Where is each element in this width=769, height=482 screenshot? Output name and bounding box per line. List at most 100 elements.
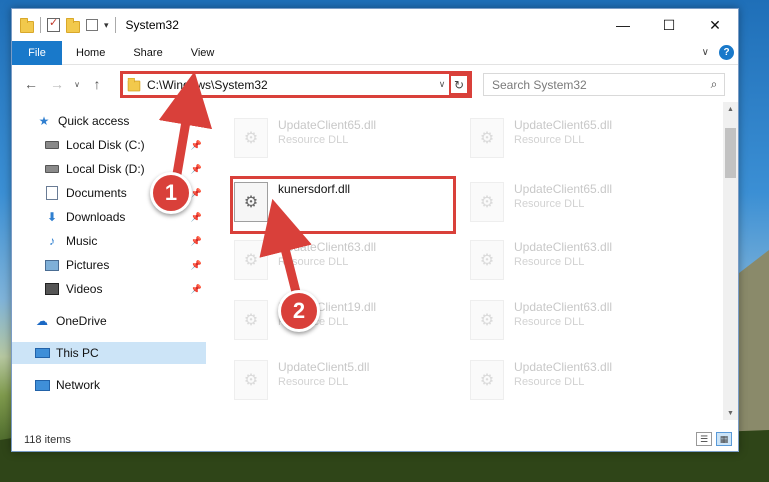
sidebar-item-label: Pictures [66, 258, 110, 272]
gear-icon: ⚙ [479, 312, 495, 329]
sidebar-item-quick-access[interactable]: ★ Quick access [12, 110, 206, 132]
pin-icon[interactable]: 📌 [191, 164, 202, 175]
sidebar-item-label: Downloads [66, 210, 126, 224]
file-item[interactable]: ⚙ UpdateClient63.dll Resource DLL [470, 296, 700, 352]
sidebar-item-music[interactable]: ♪ Music 📌 [12, 230, 206, 252]
navigation-pane: ★ Quick access Local Disk (C:) 📌 Local D… [12, 102, 208, 420]
gear-icon: ⚙ [479, 130, 495, 147]
dll-file-icon: ⚙ [470, 300, 504, 340]
dll-file-icon: ⚙ [234, 240, 268, 280]
sidebar-item-pictures[interactable]: Pictures 📌 [12, 254, 206, 276]
sidebar-item-label: This PC [56, 346, 99, 360]
file-name: UpdateClient63.dll [514, 360, 613, 374]
drive-icon [44, 138, 60, 152]
file-item[interactable]: ⚙ UpdateClient65.dll Resource DLL [470, 178, 700, 234]
close-button[interactable]: ✕ [692, 9, 738, 41]
address-bar[interactable]: C:\Windows\System32 ∨ ↻ [120, 71, 472, 98]
chevron-down-icon[interactable]: ∨ [435, 79, 449, 90]
gear-icon: ⚙ [479, 372, 495, 389]
chevron-down-icon[interactable]: ▾ [104, 20, 109, 31]
sidebar-item-label: Local Disk (D:) [66, 162, 145, 176]
step-1-badge: 1 [150, 172, 192, 214]
pin-icon[interactable]: 📌 [191, 284, 202, 295]
divider [114, 17, 116, 33]
file-type: Resource DLL [278, 256, 349, 268]
minimize-button[interactable]: — [600, 9, 646, 41]
back-button[interactable]: ← [18, 71, 44, 97]
tab-home[interactable]: Home [62, 41, 119, 65]
file-list: ⚙ UpdateClient65.dll Resource DLL ⚙ Upda… [208, 102, 738, 420]
this-pc-icon [34, 346, 50, 360]
dll-file-icon: ⚙ [234, 118, 268, 158]
pin-icon[interactable]: 📌 [191, 188, 202, 199]
sidebar-item-network[interactable]: Network [12, 374, 206, 396]
divider [40, 17, 41, 33]
search-input[interactable]: Search System32 [492, 78, 704, 92]
tab-file[interactable]: File [12, 40, 62, 65]
dll-file-icon: ⚙ [234, 360, 268, 400]
scroll-up-icon[interactable]: ▲ [723, 102, 738, 116]
recent-locations-button[interactable]: ∨ [70, 71, 84, 97]
file-item[interactable]: ⚙ UpdateClient5.dll Resource DLL [234, 356, 464, 412]
customize-toolbar-icon[interactable] [86, 19, 98, 31]
sidebar-item-label: Documents [66, 186, 127, 200]
sidebar-item-label: Quick access [58, 114, 130, 128]
view-buttons: ☰ ▦ [696, 432, 732, 446]
search-box[interactable]: Search System32 ⌕ [483, 73, 725, 96]
sidebar-item-label: Music [66, 234, 98, 248]
navigation-bar: ← → ∨ ↑ C:\Windows\System32 ∨ ↻ Search S… [12, 66, 738, 102]
file-item[interactable]: ⚙ UpdateClient65.dll Resource DLL [470, 114, 700, 170]
file-item[interactable]: ⚙ UpdateClient63.dll Resource DLL [470, 356, 700, 412]
drive-icon [44, 162, 60, 176]
file-name: UpdateClient65.dll [278, 118, 377, 132]
sidebar-item-label: Local Disk (C:) [66, 138, 145, 152]
expand-ribbon-icon[interactable]: ∨ [702, 47, 709, 58]
forward-button[interactable]: → [44, 71, 70, 97]
gear-icon: ⚙ [243, 252, 259, 269]
pin-icon[interactable]: 📌 [191, 140, 202, 151]
pictures-icon [44, 258, 60, 272]
ribbon-tabs: File Home Share View ∨ ? [12, 40, 738, 65]
sidebar-item-videos[interactable]: Videos 📌 [12, 278, 206, 300]
gear-icon: ⚙ [479, 252, 495, 269]
file-name: UpdateClient65.dll [514, 182, 613, 196]
help-icon[interactable]: ? [719, 45, 734, 60]
scroll-down-icon[interactable]: ▼ [723, 406, 738, 420]
maximize-button[interactable]: ☐ [646, 9, 692, 41]
pin-icon[interactable]: 📌 [191, 260, 202, 271]
file-item[interactable]: ⚙ UpdateClient65.dll Resource DLL [234, 114, 464, 170]
pin-icon[interactable]: 📌 [191, 212, 202, 223]
highlight-box [230, 176, 456, 234]
dll-file-icon: ⚙ [470, 118, 504, 158]
file-type: Resource DLL [514, 256, 585, 268]
address-path[interactable]: C:\Windows\System32 [147, 78, 435, 92]
file-item[interactable]: ⚙ UpdateClient63.dll Resource DLL [470, 236, 700, 292]
gear-icon: ⚙ [479, 194, 495, 211]
details-view-icon[interactable]: ☰ [696, 432, 712, 446]
sidebar-item-local-disk-c[interactable]: Local Disk (C:) 📌 [12, 134, 206, 156]
properties-icon[interactable] [47, 16, 60, 32]
file-type: Resource DLL [514, 198, 585, 210]
search-icon[interactable]: ⌕ [704, 77, 724, 92]
videos-icon [44, 282, 60, 296]
refresh-button[interactable]: ↻ [449, 74, 469, 95]
gear-icon: ⚙ [243, 372, 259, 389]
pin-icon[interactable]: 📌 [191, 236, 202, 247]
tab-view[interactable]: View [177, 41, 229, 65]
scrollbar-thumb[interactable] [725, 128, 736, 178]
sidebar-item-onedrive[interactable]: ☁ OneDrive [12, 310, 206, 332]
vertical-scrollbar[interactable]: ▲ ▼ [723, 102, 738, 420]
new-folder-icon[interactable] [66, 18, 80, 33]
file-name: UpdateClient5.dll [278, 360, 370, 374]
tab-share[interactable]: Share [119, 41, 176, 65]
sidebar-item-label: Network [56, 378, 101, 392]
network-icon [34, 378, 50, 392]
file-item[interactable]: ⚙ UpdateClient63.dll Resource DLL [234, 236, 464, 292]
up-button[interactable]: ↑ [84, 71, 110, 97]
sidebar-item-this-pc[interactable]: This PC [12, 342, 206, 364]
folder-icon[interactable] [20, 18, 34, 33]
large-icons-view-icon[interactable]: ▦ [716, 432, 732, 446]
sidebar-item-label: Videos [66, 282, 103, 296]
file-item[interactable]: ⚙ UpdateClient19.dll Resource DLL [234, 296, 464, 352]
file-name: UpdateClient65.dll [514, 118, 613, 132]
